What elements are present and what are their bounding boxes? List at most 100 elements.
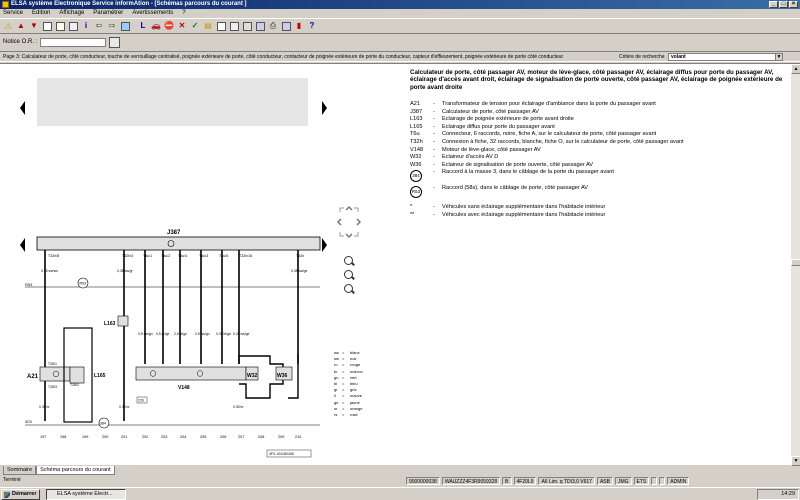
page-icon[interactable]	[215, 20, 227, 32]
color-code: bl	[334, 381, 338, 387]
rail-top-label: R53	[25, 282, 33, 287]
pan-upleft-icon	[339, 207, 344, 212]
color-code: ws	[334, 350, 339, 355]
folder-icon[interactable]: ▤	[202, 20, 214, 32]
tab-schema[interactable]: Schéma parcours du courant	[36, 466, 115, 475]
pan-control[interactable]	[336, 204, 362, 240]
text-icon[interactable]: L	[137, 20, 149, 32]
legend-code: W32	[410, 154, 422, 161]
status-cell: A6 Lim. q TDI3,0 V617	[538, 477, 595, 485]
close-button[interactable]: ×	[789, 1, 798, 8]
legend-dash: -	[433, 154, 435, 161]
ok-icon[interactable]: ✓	[189, 20, 201, 32]
legend-code: R53	[410, 186, 422, 199]
bottom-number: 206	[220, 435, 226, 439]
vertical-scrollbar[interactable]: ▲ ▼	[790, 64, 800, 466]
title-bar: ELSA système Electronique Service inform…	[0, 0, 800, 9]
zoom-out-icon[interactable]	[344, 284, 353, 293]
inline-label: T28/3	[48, 385, 57, 389]
wire-label: 0,35 ws/ge	[233, 332, 250, 336]
vehicle-icon[interactable]: 🚗	[150, 20, 162, 32]
grid-icon[interactable]	[254, 20, 266, 32]
wire-label: 0,5 sw/gn	[138, 332, 153, 336]
window-title: ELSA système Electronique Service inform…	[11, 1, 247, 7]
pan-left-icon	[336, 218, 342, 226]
status-text: Terminé	[3, 477, 21, 483]
calendar-icon[interactable]	[109, 36, 121, 48]
component-label: W32	[247, 373, 258, 379]
stop-icon[interactable]: ⛔	[163, 20, 175, 32]
maximize-button[interactable]: □	[779, 1, 788, 8]
system-tray: 14:29	[757, 489, 799, 500]
legend-item: R53 - Raccord (58s), dans le câblage de po…	[410, 185, 790, 201]
status-cell: ADMIN	[667, 477, 690, 485]
legend-desc: Véhicules sans éclairage supplémentaire …	[442, 204, 606, 211]
menu-service[interactable]: Service	[2, 9, 24, 18]
wire-label: 2,5 ws/gn	[195, 332, 210, 336]
document-icon[interactable]	[41, 20, 53, 32]
menu-edition[interactable]: Edition	[31, 9, 51, 18]
module-label: J387	[167, 230, 181, 236]
down-arrow-icon[interactable]: ▼	[28, 20, 40, 32]
notice-input[interactable]	[40, 37, 107, 47]
chart-icon[interactable]: ▮	[293, 20, 305, 32]
grid2-icon[interactable]	[280, 20, 292, 32]
page-info: Page 3: Calculateur de porte, côté condu…	[3, 53, 564, 60]
next-page-arrow[interactable]	[322, 101, 327, 115]
tab-sommaire[interactable]: Sommaire	[3, 466, 37, 475]
legend-desc: Véhicules avec éclairage supplémentaire …	[442, 211, 606, 218]
color-name: rose	[350, 412, 358, 418]
legend-code: L165	[410, 123, 423, 130]
legend-code: *	[410, 204, 413, 211]
forward-icon[interactable]: ⇨	[106, 20, 118, 32]
menu-affichage[interactable]: Affichage	[58, 9, 85, 18]
info-icon[interactable]: i	[80, 20, 92, 32]
zoom-icon[interactable]	[344, 270, 353, 279]
legend-item: V148 - Moteur de lève-glace, côté passager…	[410, 147, 790, 155]
start-button[interactable]: Démarrer	[1, 489, 41, 500]
prev-page-arrow[interactable]	[20, 101, 25, 115]
print-icon[interactable]: ⎙	[267, 20, 279, 32]
legend-desc: Eclaireur d'accès AV D	[442, 154, 499, 161]
toolbar-separator	[132, 20, 136, 32]
up-arrow-icon[interactable]: ▲	[15, 20, 27, 32]
delete-icon[interactable]: ✕	[176, 20, 188, 32]
color-code: ge	[334, 399, 339, 405]
warning-icon[interactable]: ⚠	[2, 20, 14, 32]
menu-avertissements[interactable]: Avertissements	[131, 9, 174, 18]
legend-title: Calculateur de porte, côté passager AV, …	[410, 69, 783, 91]
bottom-number: 201	[121, 435, 127, 439]
book-icon[interactable]	[119, 20, 131, 32]
bottom-number: 204	[180, 435, 186, 439]
wiring-diagram: J387 T32h/8 T32h/3 T6u/1 T6u/2 T6u/4 T6u…	[25, 230, 321, 458]
copy-icon[interactable]	[241, 20, 253, 32]
search-criteria-input[interactable]: volant	[668, 53, 783, 61]
help-icon[interactable]: ?	[306, 20, 318, 32]
pan-upright-icon	[354, 207, 359, 212]
wire-label: 0,5 gr/ge	[156, 332, 169, 336]
menu-help[interactable]: ?	[181, 9, 186, 18]
legend-code: L163	[410, 116, 423, 123]
back-icon[interactable]: ⇦	[93, 20, 105, 32]
clock: 14:29	[781, 491, 795, 497]
pages-icon[interactable]	[228, 20, 240, 32]
bottom-number: 203	[161, 435, 167, 439]
taskbar-app-button[interactable]: ELSA système Electr...	[46, 489, 126, 500]
wire-label: 0,35 br	[233, 405, 244, 409]
minimize-button[interactable]: _	[769, 1, 778, 8]
menu-parametrer[interactable]: Paramétrer	[92, 9, 124, 18]
legend-dash: -	[433, 138, 435, 145]
scroll-down-button[interactable]: ▼	[791, 456, 800, 466]
search-criteria-dropdown[interactable]: ▼	[775, 53, 783, 61]
bottom-number: 209	[278, 435, 284, 439]
wire-label: 0,35 br	[39, 405, 50, 409]
scroll-thumb[interactable]	[791, 259, 800, 266]
legend-item: L163 - Eclairage de poignée extérieure de …	[410, 116, 790, 124]
pin-label: T32h/16	[239, 254, 252, 258]
scroll-up-button[interactable]: ▲	[791, 64, 800, 74]
legend-code: J387	[410, 108, 423, 115]
list-icon[interactable]	[67, 20, 79, 32]
pin-label: T32h/8	[48, 254, 59, 258]
search-doc-icon[interactable]	[54, 20, 66, 32]
zoom-in-icon[interactable]	[344, 256, 353, 265]
